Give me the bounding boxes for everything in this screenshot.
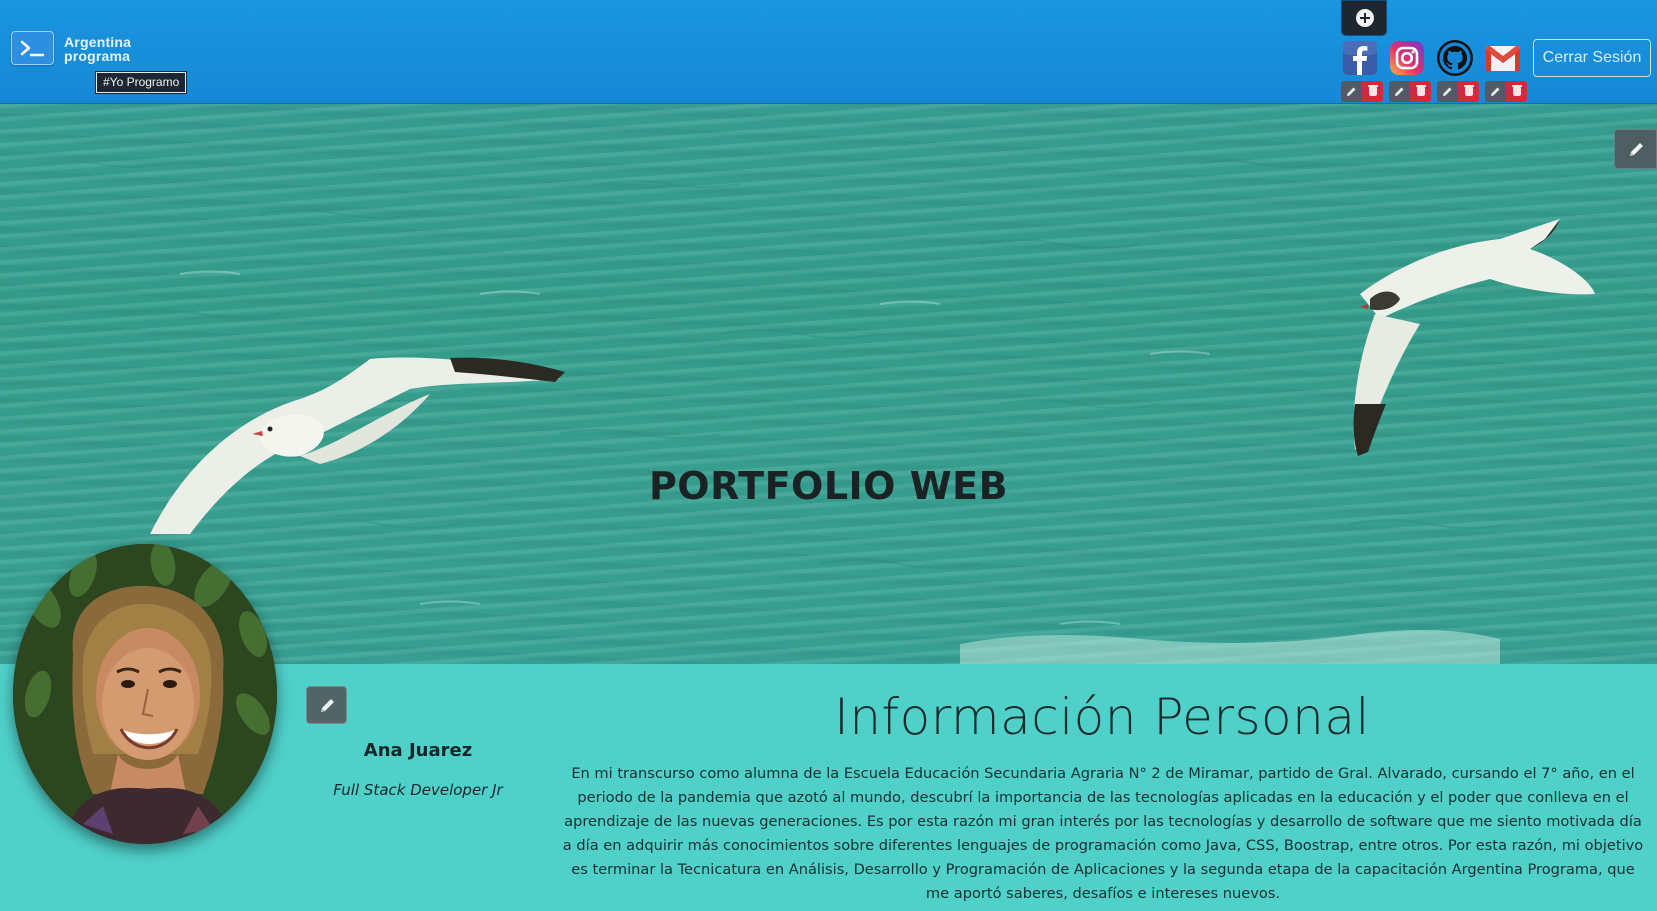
pencil-icon <box>1395 87 1404 96</box>
about-title: Información Personal <box>834 688 1370 746</box>
gmail-icon <box>1486 46 1520 71</box>
edit-banner-button[interactable] <box>1614 129 1657 169</box>
logo-line-2: programa <box>64 48 131 64</box>
delete-facebook-button[interactable] <box>1362 81 1383 102</box>
github-icon <box>1437 40 1473 76</box>
about-body: En mi transcurso como alumna de la Escue… <box>562 765 1644 902</box>
avatar <box>13 544 277 844</box>
instagram-link[interactable] <box>1388 39 1426 77</box>
instagram-icon <box>1390 41 1424 75</box>
profile-photo <box>13 544 277 844</box>
github-actions <box>1437 81 1479 102</box>
github-link[interactable] <box>1436 39 1474 77</box>
add-social-button[interactable] <box>1341 0 1387 36</box>
banner-image: PORTFOLIO WEB <box>0 104 1657 664</box>
plus-circle-icon <box>1356 9 1374 27</box>
delete-instagram-button[interactable] <box>1410 81 1431 102</box>
delete-gmail-button[interactable] <box>1506 81 1527 102</box>
top-navbar: Argentina programa #Yo Programo Cerrar S… <box>0 0 1657 104</box>
pencil-icon <box>1347 87 1356 96</box>
logout-button[interactable]: Cerrar Sesión <box>1533 39 1651 77</box>
profile-role: Full Stack Developer Jr <box>333 781 503 799</box>
edit-instagram-button[interactable] <box>1389 81 1410 102</box>
pencil-icon <box>1443 87 1452 96</box>
edit-github-button[interactable] <box>1437 81 1458 102</box>
gmail-link[interactable] <box>1484 39 1522 77</box>
pencil-icon <box>1630 143 1643 156</box>
delete-github-button[interactable] <box>1458 81 1479 102</box>
edit-gmail-button[interactable] <box>1485 81 1506 102</box>
facebook-icon <box>1343 41 1377 75</box>
pencil-icon <box>321 699 334 712</box>
gmail-actions <box>1485 81 1527 102</box>
profile-name: Ana Juarez <box>363 740 473 761</box>
facebook-actions <box>1341 81 1383 102</box>
logo-line-1: Argentina <box>64 34 132 50</box>
pencil-icon <box>1491 87 1500 96</box>
edit-facebook-button[interactable] <box>1341 81 1362 102</box>
edit-profile-button[interactable] <box>306 686 347 724</box>
logo-tooltip: #Yo Programo <box>94 71 188 94</box>
terminal-logo-icon[interactable] <box>11 31 54 65</box>
logo-text[interactable]: Argentina programa <box>64 35 131 63</box>
instagram-actions <box>1389 81 1431 102</box>
banner-title: PORTFOLIO WEB <box>648 464 1009 508</box>
facebook-link[interactable] <box>1341 39 1379 77</box>
seagulls-illustration <box>39 160 1595 664</box>
